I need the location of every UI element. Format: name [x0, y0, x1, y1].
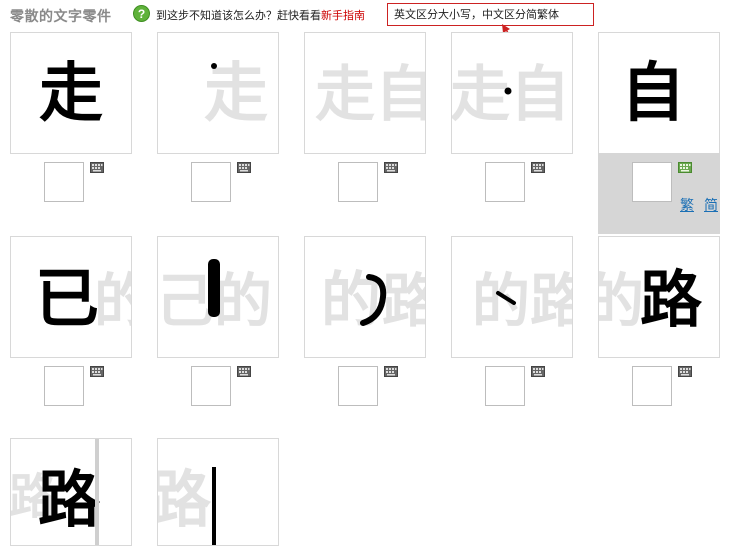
- answer-input[interactable]: [632, 162, 672, 202]
- answer-input[interactable]: [191, 366, 231, 406]
- glyph-char: 走: [39, 56, 103, 131]
- keyboard-icon[interactable]: [678, 162, 692, 173]
- glyph-tile[interactable]: 的 已: [10, 236, 132, 358]
- glyph-image: 己的: [158, 259, 272, 335]
- answer-input[interactable]: [485, 366, 525, 406]
- answer-input[interactable]: [44, 162, 84, 202]
- ghost-glyph: 走自: [315, 60, 425, 130]
- glyph-tile[interactable]: 走自: [304, 32, 426, 154]
- beginner-guide-link[interactable]: 新手指南: [321, 9, 365, 22]
- glyph-image: 走自: [452, 60, 570, 130]
- ghost-glyph: 的路: [472, 267, 572, 335]
- glyph-image: 自: [621, 56, 685, 131]
- traditional-toggle[interactable]: 繁: [680, 195, 694, 215]
- answer-input[interactable]: [44, 366, 84, 406]
- glyph-image: 走: [204, 56, 268, 131]
- ghost-glyph: 的: [94, 267, 131, 335]
- keyboard-icon[interactable]: [90, 366, 104, 377]
- glyph-tile[interactable]: 走: [10, 32, 132, 154]
- glyph-image: 的 路: [599, 263, 703, 336]
- glyph-tile[interactable]: 的路: [451, 236, 573, 358]
- glyph-image: 路 的: [321, 266, 425, 336]
- help-icon[interactable]: ?: [133, 5, 150, 22]
- glyph-tile[interactable]: 走自: [451, 32, 573, 154]
- glyph-char: 路: [38, 463, 101, 536]
- glyph-image: 路 路: [11, 439, 101, 545]
- ghost-glyph: 的: [599, 267, 644, 335]
- ghost-glyph: 路: [158, 463, 212, 536]
- glyph-tile[interactable]: 路: [157, 438, 279, 546]
- glyph-tile[interactable]: 路 路: [10, 438, 132, 546]
- keyboard-icon[interactable]: [237, 366, 251, 377]
- glyph-tile[interactable]: 的 路: [598, 236, 720, 358]
- header-bar: 零散的文字零件 ? 到这步不知道该怎么办？赶快看看新手指南 英文区分大小写，中文…: [0, 0, 744, 53]
- glyph-tile[interactable]: 走: [157, 32, 279, 154]
- keyboard-icon[interactable]: [384, 366, 398, 377]
- ghost-glyph: 走自: [452, 60, 570, 130]
- glyph-image: 的路: [472, 267, 572, 335]
- answer-input[interactable]: [338, 162, 378, 202]
- glyph-tile[interactable]: 路 的: [304, 236, 426, 358]
- keyboard-icon[interactable]: [384, 162, 398, 173]
- help-prefix: 到这步不知道该怎么办？赶快看看: [156, 9, 321, 22]
- keyboard-icon[interactable]: [531, 366, 545, 377]
- keyboard-icon[interactable]: [531, 162, 545, 173]
- simplified-toggle[interactable]: 简: [704, 195, 718, 215]
- ghost-glyph: 路: [382, 267, 425, 335]
- keyboard-icon[interactable]: [90, 162, 104, 173]
- glyph-tile[interactable]: 自: [598, 32, 720, 154]
- glyph-char: 已: [35, 262, 99, 337]
- keyboard-icon[interactable]: [678, 366, 692, 377]
- glyph-char: 路: [640, 263, 703, 336]
- case-sensitivity-tooltip: 英文区分大小写，中文区分简繁体: [387, 3, 594, 26]
- answer-input[interactable]: [338, 366, 378, 406]
- answer-input[interactable]: [485, 162, 525, 202]
- answer-input[interactable]: [191, 162, 231, 202]
- answer-input[interactable]: [632, 366, 672, 406]
- selected-tile-panel: 繁 简: [598, 153, 720, 234]
- keyboard-icon[interactable]: [237, 162, 251, 173]
- glyph-image: 走自: [315, 60, 425, 130]
- glyph-image: 的 已: [35, 262, 131, 337]
- glyph-char: 自: [621, 56, 685, 131]
- page-title: 零散的文字零件: [10, 9, 112, 25]
- glyph-tile[interactable]: 己的: [157, 236, 279, 358]
- glyph-image: 走: [39, 56, 103, 131]
- help-text: 到这步不知道该怎么办？赶快看看新手指南: [156, 7, 365, 23]
- glyph-image: 路: [158, 463, 216, 545]
